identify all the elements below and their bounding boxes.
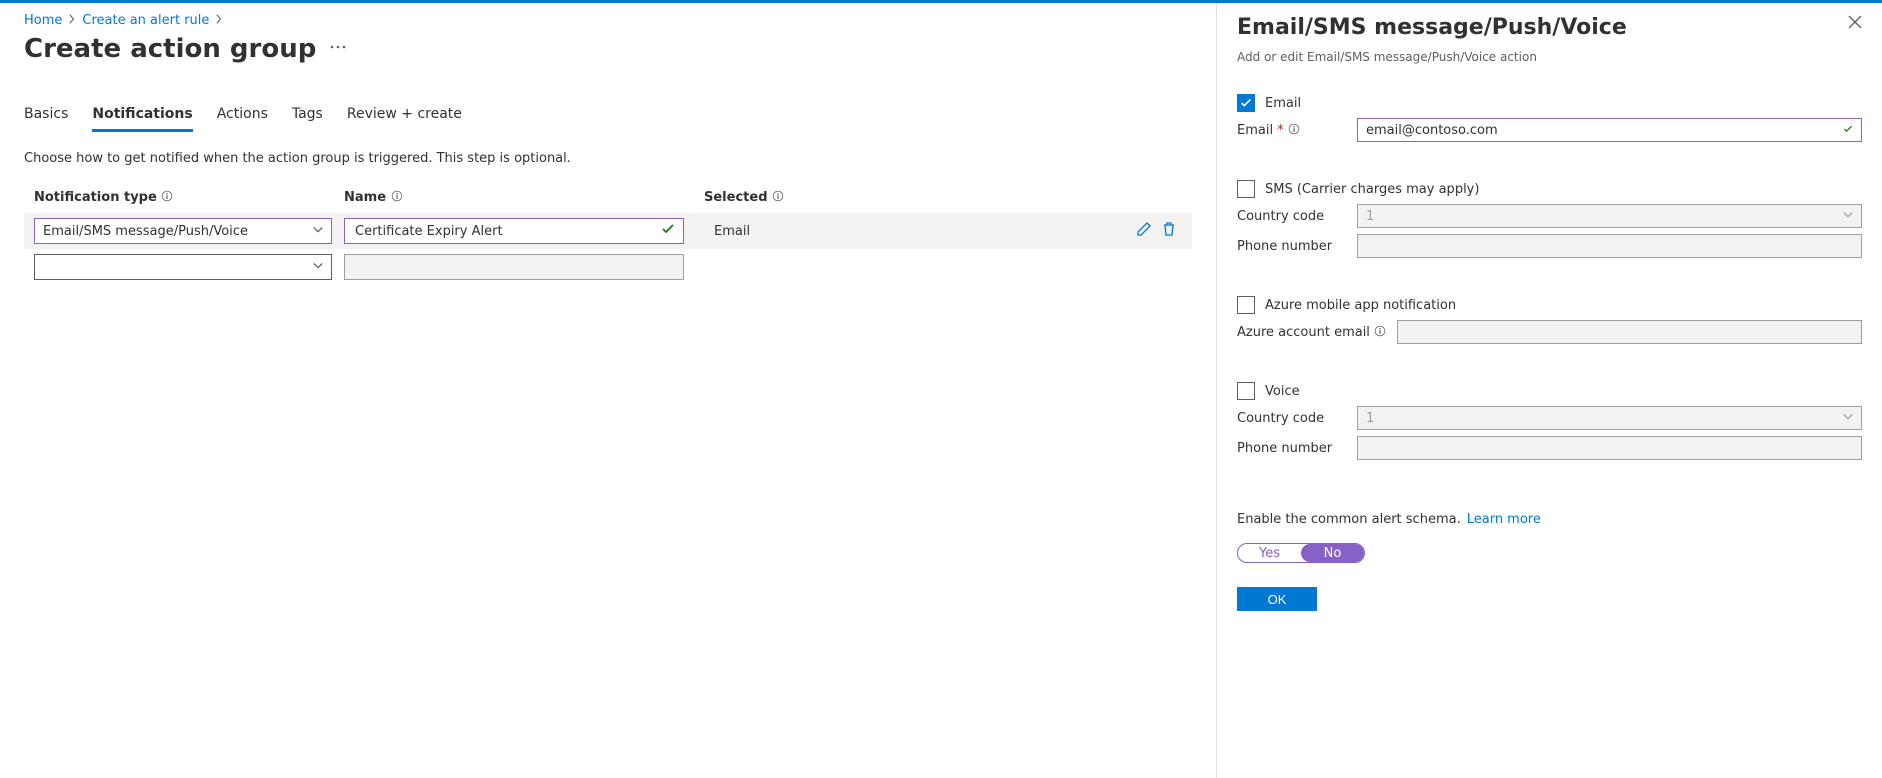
chevron-down-icon [313,224,323,239]
notification-name-input[interactable]: Certificate Expiry Alert [344,218,684,244]
notification-type-select-empty[interactable] [34,254,332,280]
learn-more-link[interactable]: Learn more [1467,512,1541,527]
voice-checkbox-label: Voice [1265,384,1300,399]
helper-text: Choose how to get notified when the acti… [24,151,1192,166]
col-type-label: Notification type [34,190,157,205]
phone-label: Phone number [1237,239,1357,254]
delete-icon[interactable] [1162,221,1176,241]
check-icon [1843,123,1853,138]
tabs: Basics Notifications Actions Tags Review… [24,100,1192,133]
grid-header: Notification type Name Selected [24,180,1192,213]
notification-name-input-disabled [344,254,684,280]
close-icon[interactable] [1848,15,1862,33]
notification-name-value: Certificate Expiry Alert [355,224,503,239]
edit-icon[interactable] [1136,221,1152,241]
breadcrumb-home[interactable]: Home [24,13,62,28]
voice-phone-label: Phone number [1237,441,1357,456]
notification-type-select[interactable]: Email/SMS message/Push/Voice [34,218,332,244]
tab-notifications[interactable]: Notifications [92,100,192,132]
email-checkbox-label: Email [1265,96,1301,111]
schema-toggle[interactable]: Yes No [1237,543,1365,563]
push-checkbox-label: Azure mobile app notification [1265,298,1456,313]
panel-title: Email/SMS message/Push/Voice [1237,15,1627,40]
sms-phone-input [1357,234,1862,258]
azure-email-label: Azure account email [1237,325,1370,340]
selected-text: Email [704,224,750,239]
email-checkbox[interactable] [1237,94,1255,112]
toggle-no[interactable]: No [1301,544,1364,562]
sms-country-value: 1 [1366,209,1374,224]
notification-row[interactable]: Email/SMS message/Push/Voice Certificate… [24,213,1192,249]
panel-subtitle: Add or edit Email/SMS message/Push/Voice… [1237,50,1862,64]
sms-checkbox[interactable] [1237,180,1255,198]
email-label: Email [1237,123,1273,138]
side-panel: Email/SMS message/Push/Voice Add or edit… [1217,3,1882,778]
required-icon: * [1277,123,1284,138]
voice-checkbox[interactable] [1237,382,1255,400]
main-area: Home Create an alert rule Create action … [0,3,1217,778]
notification-row-empty [24,249,1192,285]
voice-phone-input [1357,436,1862,460]
email-input[interactable]: email@contoso.com [1357,118,1862,142]
check-icon [661,222,675,240]
info-icon[interactable] [161,190,173,205]
schema-text: Enable the common alert schema. [1237,512,1461,527]
tab-actions[interactable]: Actions [217,100,268,132]
tab-review[interactable]: Review + create [347,100,462,132]
col-selected-label: Selected [704,190,768,205]
info-icon[interactable] [1288,123,1300,138]
chevron-right-icon [215,13,223,28]
breadcrumb: Home Create an alert rule [24,13,1192,28]
chevron-down-icon [1843,209,1853,224]
info-icon[interactable] [1374,325,1386,340]
col-name-label: Name [344,190,386,205]
page-title: Create action group [24,34,316,64]
chevron-down-icon [1843,411,1853,426]
country-code-label: Country code [1237,209,1357,224]
voice-country-label: Country code [1237,411,1357,426]
toggle-yes[interactable]: Yes [1238,544,1301,562]
tab-tags[interactable]: Tags [292,100,323,132]
more-icon[interactable] [330,39,346,59]
email-value: email@contoso.com [1366,123,1498,138]
info-icon[interactable] [772,190,784,205]
voice-country-value: 1 [1366,411,1374,426]
chevron-down-icon [313,260,323,275]
voice-country-select: 1 [1357,406,1862,430]
chevron-right-icon [68,13,76,28]
tab-basics[interactable]: Basics [24,100,68,132]
breadcrumb-alert-rule[interactable]: Create an alert rule [82,13,209,28]
push-checkbox[interactable] [1237,296,1255,314]
azure-email-input [1397,320,1862,344]
notification-type-value: Email/SMS message/Push/Voice [43,224,248,239]
sms-country-select: 1 [1357,204,1862,228]
ok-button[interactable]: OK [1237,587,1317,611]
sms-checkbox-label: SMS (Carrier charges may apply) [1265,182,1479,197]
info-icon[interactable] [391,190,403,205]
